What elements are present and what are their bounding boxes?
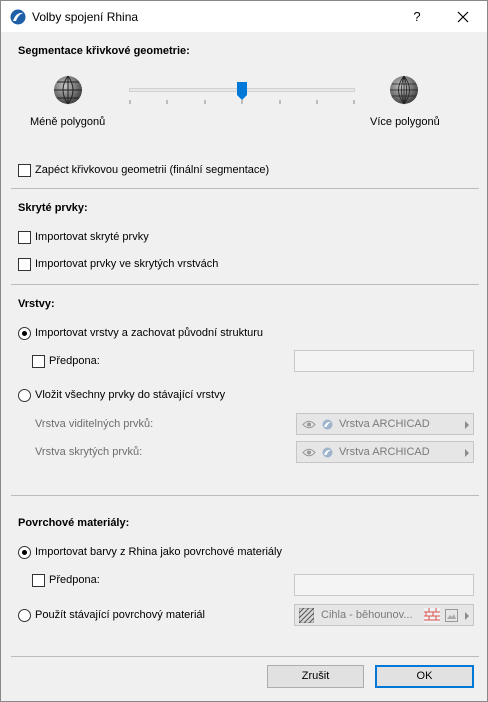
- brick-texture-icon: [424, 608, 440, 623]
- help-button[interactable]: ?: [405, 6, 429, 28]
- segmentation-heading: Segmentace křivkové geometrie:: [18, 45, 190, 57]
- cancel-button[interactable]: Zrušit: [267, 665, 364, 688]
- bake-geometry-checkbox[interactable]: [18, 164, 31, 177]
- segmentation-slider-thumb[interactable]: [237, 82, 247, 100]
- separator: [11, 495, 479, 496]
- layers-prefix-input[interactable]: [294, 350, 474, 372]
- hidden-elements-heading: Skryté prvky:: [18, 202, 88, 214]
- chevron-right-icon: [465, 449, 469, 457]
- materials-prefix-input[interactable]: [294, 574, 474, 596]
- hidden-layer-dropdown[interactable]: Vrstva ARCHICAD: [296, 441, 474, 463]
- image-icon: [445, 609, 458, 622]
- eye-icon: [302, 448, 316, 457]
- import-hidden-label[interactable]: Importovat skryté prvky: [35, 231, 149, 243]
- visible-layer-value: Vrstva ARCHICAD: [339, 418, 430, 430]
- chevron-right-icon: [465, 612, 469, 620]
- archicad-icon: [10, 9, 26, 25]
- fewer-polygons-label: Méně polygonů: [30, 116, 106, 128]
- keep-structure-label[interactable]: Importovat vrstvy a zachovat původní str…: [35, 327, 263, 339]
- visible-layer-dropdown[interactable]: Vrstva ARCHICAD: [296, 413, 474, 435]
- archicad-layer-icon: [322, 419, 333, 430]
- layers-heading: Vrstvy:: [18, 298, 55, 310]
- import-hidden-layers-label[interactable]: Importovat prvky ve skrytých vrstvách: [35, 258, 218, 270]
- import-hidden-layers-checkbox[interactable]: [18, 258, 31, 271]
- single-layer-label[interactable]: Vložit všechny prvky do stávající vrstvy: [35, 389, 225, 401]
- separator: [11, 188, 479, 189]
- single-layer-radio[interactable]: [18, 389, 31, 402]
- surface-material-value: Cihla - běhounov...: [321, 609, 413, 621]
- bake-geometry-label[interactable]: Zapéct křivkovou geometrii (finální segm…: [35, 164, 269, 176]
- slider-ticks: [129, 100, 355, 104]
- use-existing-material-radio[interactable]: [18, 609, 31, 622]
- chevron-right-icon: [465, 421, 469, 429]
- more-polygons-label: Více polygonů: [370, 116, 440, 128]
- ok-button[interactable]: OK: [375, 665, 474, 688]
- import-colors-label[interactable]: Importovat barvy z Rhina jako povrchové …: [35, 546, 282, 558]
- materials-prefix-label[interactable]: Předpona:: [49, 574, 100, 586]
- rhino-options-dialog: Volby spojení Rhina ? Segmentace křivkov…: [0, 0, 488, 702]
- hidden-layer-value: Vrstva ARCHICAD: [339, 446, 430, 458]
- separator: [11, 284, 479, 285]
- import-colors-radio[interactable]: [18, 546, 31, 559]
- close-button[interactable]: [449, 6, 477, 28]
- materials-prefix-checkbox[interactable]: [32, 574, 45, 587]
- archicad-layer-icon: [322, 447, 333, 458]
- low-poly-globe-icon: [54, 75, 82, 105]
- high-poly-globe-icon: [390, 75, 418, 105]
- hidden-layer-label: Vrstva skrytých prvků:: [35, 446, 143, 458]
- materials-heading: Povrchové materiály:: [18, 517, 130, 529]
- layers-prefix-label[interactable]: Předpona:: [49, 355, 100, 367]
- separator: [11, 656, 479, 657]
- use-existing-material-label[interactable]: Použít stávající povrchový materiál: [35, 609, 205, 621]
- import-hidden-checkbox[interactable]: [18, 231, 31, 244]
- keep-structure-radio[interactable]: [18, 327, 31, 340]
- hatch-pattern-icon: [299, 608, 314, 623]
- window-title: Volby spojení Rhina: [32, 10, 139, 24]
- visible-layer-label: Vrstva viditelných prvků:: [35, 418, 154, 430]
- title-bar: Volby spojení Rhina ?: [1, 1, 487, 32]
- eye-icon: [302, 420, 316, 429]
- surface-material-dropdown[interactable]: Cihla - běhounov...: [294, 604, 474, 626]
- close-icon: [457, 11, 469, 23]
- layers-prefix-checkbox[interactable]: [32, 355, 45, 368]
